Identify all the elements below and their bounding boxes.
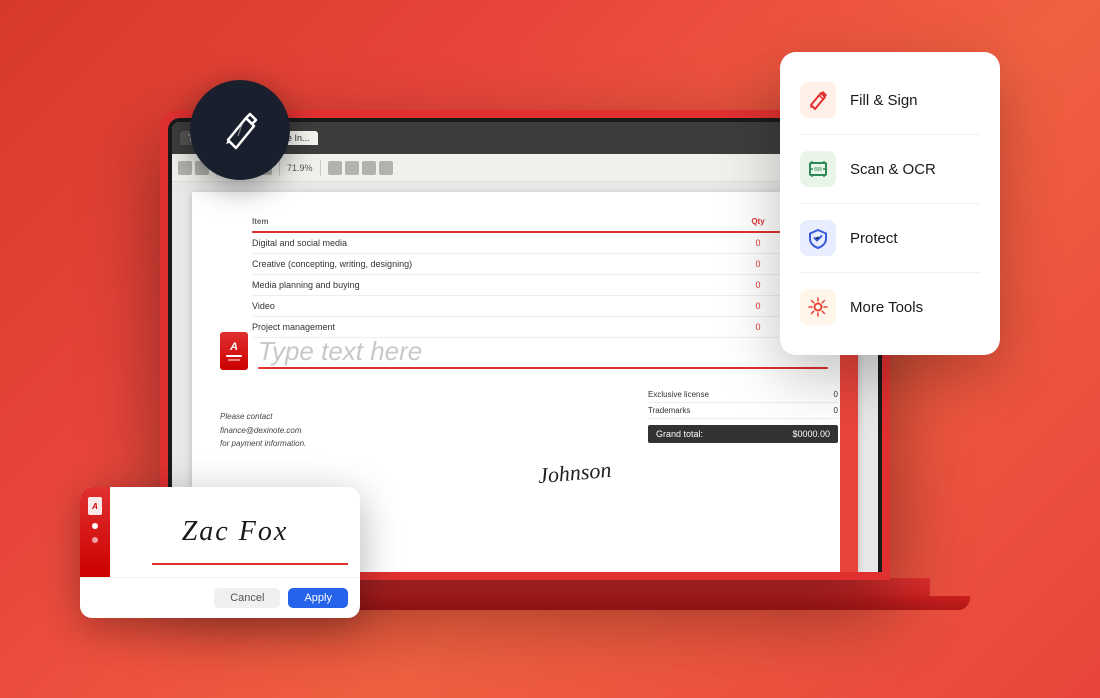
row-val1: 0: [738, 301, 778, 311]
row-label: Media planning and buying: [252, 280, 738, 290]
signature-text: Zac Fox: [182, 516, 289, 548]
table-row: Digital and social media 0 0: [252, 233, 818, 254]
sig-acrobat-logo: A: [88, 497, 102, 515]
floating-icon-circle: [190, 80, 290, 180]
sig-dot-1: [92, 523, 98, 529]
menu-item-protect[interactable]: Protect: [780, 208, 1000, 268]
grand-total-label: Grand total:: [656, 429, 703, 439]
scan-ocr-icon-bg: [800, 151, 836, 187]
sig-dot-2: [92, 537, 98, 543]
row-val1: 0: [738, 280, 778, 290]
type-text-placeholder: Type text here: [258, 336, 422, 366]
row-label: Video: [252, 301, 738, 311]
protect-icon-bg: [800, 220, 836, 256]
menu-divider-3: [800, 272, 980, 273]
more-tools-icon: [807, 296, 829, 318]
row-label: Creative (concepting, writing, designing…: [252, 259, 738, 269]
table-header-row: Item Qty Total: [252, 212, 818, 233]
total-label: Exclusive license: [648, 390, 709, 399]
menu-item-fill-sign[interactable]: Fill & Sign: [780, 70, 1000, 130]
dropdown-menu-card: Fill & Sign Scan & OCR Protect: [780, 52, 1000, 355]
menu-divider-1: [800, 134, 980, 135]
fill-sign-icon: [807, 89, 829, 111]
menu-item-more-tools[interactable]: More Tools: [780, 277, 1000, 337]
signature-cancel-button[interactable]: Cancel: [214, 588, 280, 608]
table-row: Creative (concepting, writing, designing…: [252, 254, 818, 275]
total-label: Trademarks: [648, 406, 690, 415]
type-text-area[interactable]: A Type text here: [220, 332, 828, 370]
total-row-exclusive: Exclusive license 0: [648, 387, 838, 403]
signature-sidebar: A: [80, 487, 110, 577]
toolbar-print-icon[interactable]: [178, 161, 192, 175]
signature-apply-button[interactable]: Apply: [288, 588, 348, 608]
acrobat-logo-small: A: [220, 332, 248, 370]
fill-sign-icon-bg: [800, 82, 836, 118]
table-row: Media planning and buying 0 0: [252, 275, 818, 296]
grand-total-value: $0000.00: [792, 429, 830, 439]
signature-dialog-footer: Cancel Apply: [80, 577, 360, 618]
grand-total-bar: Grand total: $0000.00: [648, 425, 838, 443]
scan-ocr-icon: [807, 158, 829, 180]
zoom-level: 71.9%: [287, 163, 313, 173]
row-val1: 0: [738, 259, 778, 269]
protect-icon: [807, 227, 829, 249]
menu-item-fill-sign-label: Fill & Sign: [850, 92, 918, 109]
pdf-bottom-left: Please contact finance@dexinote.com for …: [220, 410, 440, 451]
col-header-item: Item: [252, 217, 738, 226]
row-label: Project management: [252, 322, 738, 332]
more-tools-icon-bg: [800, 289, 836, 325]
contact-text: Please contact finance@dexinote.com for …: [220, 412, 306, 448]
signature-dialog: A Zac Fox Cancel Apply: [80, 487, 360, 618]
signature-underline: [152, 563, 348, 565]
menu-item-more-tools-label: More Tools: [850, 299, 923, 316]
signature-dialog-body: A Zac Fox: [80, 487, 360, 577]
menu-item-protect-label: Protect: [850, 230, 898, 247]
edit-pen-icon: [218, 108, 262, 152]
toolbar-cursor-icon[interactable]: [328, 161, 342, 175]
menu-item-scan-ocr-label: Scan & OCR: [850, 161, 936, 178]
row-label: Digital and social media: [252, 238, 738, 248]
total-val: 0: [834, 390, 838, 399]
toolbar-hand-icon[interactable]: [345, 161, 359, 175]
total-val: 0: [834, 406, 838, 415]
menu-item-scan-ocr[interactable]: Scan & OCR: [780, 139, 1000, 199]
table-row: Video 0 0: [252, 296, 818, 317]
col-header-qty: Qty: [738, 217, 778, 226]
pdf-signature: Johnson: [537, 457, 612, 489]
toolbar-zoom-icon[interactable]: [362, 161, 376, 175]
menu-divider-2: [800, 203, 980, 204]
total-row-trademarks: Trademarks 0: [648, 403, 838, 419]
row-val1: 0: [738, 238, 778, 248]
signature-canvas[interactable]: Zac Fox: [110, 487, 360, 577]
pdf-totals-section: Exclusive license 0 Trademarks 0 Grand t…: [648, 387, 838, 443]
toolbar-comment-icon[interactable]: [379, 161, 393, 175]
pdf-table: Item Qty Total Digital and social media …: [252, 212, 818, 338]
row-val1: 0: [738, 322, 778, 332]
